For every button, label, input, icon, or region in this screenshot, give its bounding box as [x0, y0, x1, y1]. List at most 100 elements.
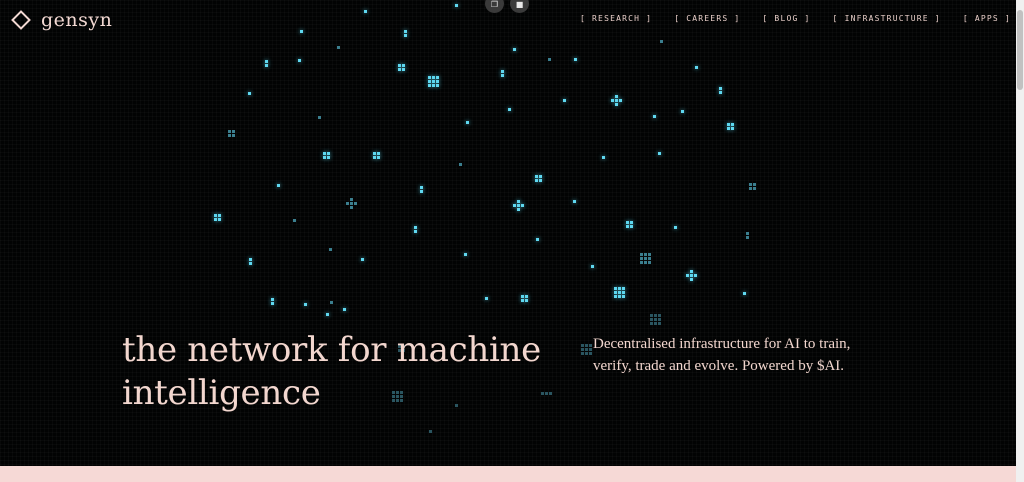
network-node-pixel	[377, 152, 380, 155]
network-node-pixel	[323, 156, 326, 159]
network-node-pixel	[640, 257, 643, 260]
network-node-pixel	[420, 186, 423, 189]
copy-icon[interactable]: ❐	[485, 0, 504, 13]
network-node-pixel	[373, 156, 376, 159]
network-node-pixel	[618, 295, 621, 298]
network-node-pixel	[681, 110, 684, 113]
media-controls: ❐ ■	[485, 0, 529, 13]
nav-blog[interactable]: [ BLOG ]	[762, 14, 810, 23]
network-node-pixel	[686, 274, 689, 277]
network-node-pixel	[432, 76, 435, 79]
network-node-pixel	[746, 236, 749, 239]
network-node-pixel	[536, 238, 539, 241]
network-node-pixel	[615, 103, 618, 106]
network-node-pixel	[690, 274, 693, 277]
network-node-pixel	[521, 204, 524, 207]
network-node-pixel	[249, 262, 252, 265]
headline-line-1: the network for machine	[122, 330, 541, 370]
network-node-pixel	[364, 10, 367, 13]
network-node-pixel	[517, 200, 520, 203]
network-node-pixel	[232, 130, 235, 133]
network-node-pixel	[513, 48, 516, 51]
network-node-pixel	[402, 68, 405, 71]
headline-line-2: intelligence	[122, 373, 321, 413]
network-node-pixel	[695, 66, 698, 69]
network-node-pixel	[354, 202, 357, 205]
network-node-pixel	[658, 322, 661, 325]
network-node-pixel	[436, 76, 439, 79]
network-node-pixel	[619, 99, 622, 102]
network-node-pixel	[228, 134, 231, 137]
network-node-pixel	[304, 303, 307, 306]
network-node-pixel	[648, 257, 651, 260]
network-node-pixel	[727, 123, 730, 126]
network-node-pixel	[650, 314, 653, 317]
scrollbar[interactable]	[1016, 0, 1024, 482]
network-node-pixel	[214, 218, 217, 221]
network-node-pixel	[650, 318, 653, 321]
network-node-pixel	[323, 152, 326, 155]
network-node-pixel	[293, 219, 296, 222]
network-node-pixel	[318, 116, 321, 119]
network-node-pixel	[214, 214, 217, 217]
nav-research[interactable]: [ RESEARCH ]	[580, 14, 652, 23]
network-node-pixel	[626, 221, 629, 224]
network-node-pixel	[350, 198, 353, 201]
network-node-pixel	[602, 156, 605, 159]
network-node-pixel	[539, 175, 542, 178]
network-node-pixel	[563, 99, 566, 102]
network-node-pixel	[648, 253, 651, 256]
network-node-pixel	[436, 84, 439, 87]
network-node-pixel	[232, 134, 235, 137]
network-node-pixel	[404, 34, 407, 37]
tagline-line-1: Decentralised infrastructure for AI to t…	[593, 336, 851, 352]
nav-apps[interactable]: [ APPS ]	[963, 14, 1011, 23]
network-node-pixel	[420, 190, 423, 193]
network-node-pixel	[753, 183, 756, 186]
network-node-pixel	[330, 301, 333, 304]
hero-headline: the network for machine intelligence	[122, 329, 592, 415]
hero-section: gensyn ❐ ■ [ RESEARCH ] [ CAREERS ] [ BL…	[0, 0, 1016, 466]
network-node-pixel	[436, 80, 439, 83]
scrollbar-thumb[interactable]	[1017, 10, 1023, 90]
tagline-line-2: verify, trade and evolve. Powered by $AI…	[593, 358, 845, 374]
network-node-pixel	[428, 76, 431, 79]
network-node-pixel	[271, 298, 274, 301]
network-node-pixel	[485, 297, 488, 300]
network-node-pixel	[377, 156, 380, 159]
network-node-pixel	[618, 287, 621, 290]
network-node-pixel	[615, 99, 618, 102]
network-node-pixel	[622, 295, 625, 298]
network-node-pixel	[464, 253, 467, 256]
logo[interactable]: gensyn	[10, 9, 112, 31]
video-icon[interactable]: ■	[510, 0, 529, 13]
network-node-pixel	[521, 299, 524, 302]
network-node-pixel	[650, 322, 653, 325]
network-node-pixel	[618, 291, 621, 294]
logo-diamond-icon	[11, 10, 31, 30]
network-node-pixel	[265, 64, 268, 67]
network-node-pixel	[591, 265, 594, 268]
network-node-pixel	[658, 314, 661, 317]
nav-careers[interactable]: [ CAREERS ]	[674, 14, 740, 23]
network-node-pixel	[428, 84, 431, 87]
network-node-pixel	[525, 299, 528, 302]
network-node-pixel	[548, 58, 551, 61]
network-node-pixel	[614, 295, 617, 298]
network-node-pixel	[501, 74, 504, 77]
network-node-pixel	[373, 152, 376, 155]
network-node-pixel	[539, 179, 542, 182]
network-node-pixel	[271, 302, 274, 305]
network-node-pixel	[361, 258, 364, 261]
network-node-pixel	[648, 261, 651, 264]
network-node-pixel	[535, 179, 538, 182]
nav-infrastructure[interactable]: [ INFRASTRUCTURE ]	[833, 14, 941, 23]
network-node-pixel	[327, 152, 330, 155]
network-node-pixel	[654, 318, 657, 321]
network-node-pixel	[350, 206, 353, 209]
network-node-pixel	[690, 278, 693, 281]
network-node-pixel	[329, 248, 332, 251]
network-node-pixel	[398, 68, 401, 71]
network-node-pixel	[508, 108, 511, 111]
network-node-pixel	[398, 64, 401, 67]
